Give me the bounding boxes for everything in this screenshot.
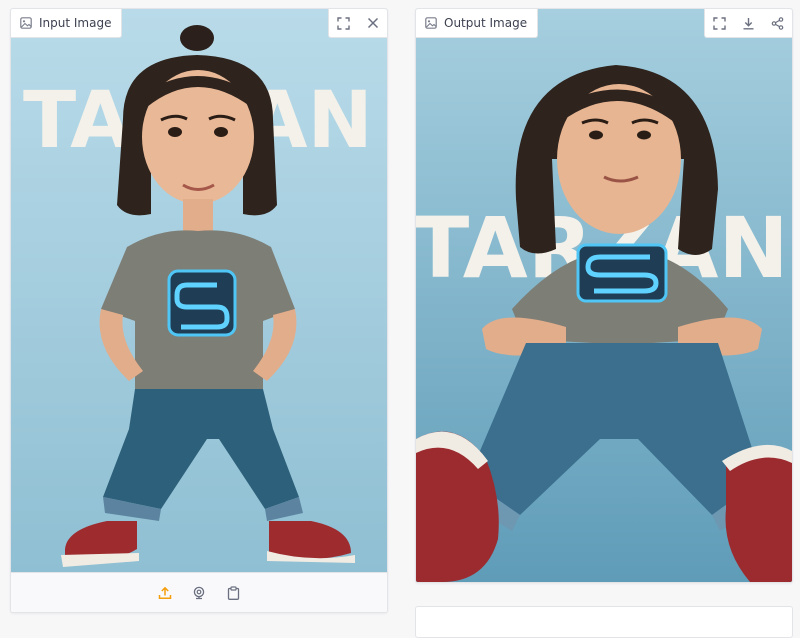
input-image[interactable]: TARZAN: [11, 9, 387, 572]
fullscreen-icon: [337, 16, 350, 30]
input-image-label: Input Image: [11, 9, 123, 38]
share-icon: [771, 16, 784, 30]
download-icon: [743, 17, 754, 29]
fullscreen-button[interactable]: [329, 9, 358, 37]
upload-icon: [158, 586, 172, 600]
fullscreen-button[interactable]: [705, 9, 734, 37]
clipboard-icon: [227, 586, 239, 600]
webcam-icon: [193, 586, 205, 600]
paste-clipboard-button[interactable]: [222, 582, 244, 604]
output-image-actions: [704, 9, 792, 38]
share-button[interactable]: [763, 9, 792, 37]
input-image-panel: TARZAN: [10, 8, 388, 613]
input-image-illustration: TARZAN: [11, 9, 387, 572]
image-icon: [425, 17, 437, 29]
image-icon: [20, 17, 32, 29]
download-button[interactable]: [734, 9, 763, 37]
webcam-button[interactable]: [188, 582, 210, 604]
input-source-toolbar: [11, 572, 387, 612]
fullscreen-icon: [713, 16, 726, 30]
output-image[interactable]: TARZAN: [416, 9, 792, 582]
input-image-label-text: Input Image: [39, 16, 112, 30]
output-image-panel: TARZAN: [415, 8, 793, 583]
close-icon: [367, 17, 378, 29]
output-image-label: Output Image: [416, 9, 539, 38]
output-image-illustration: TARZAN: [416, 9, 792, 582]
close-button[interactable]: [358, 9, 387, 37]
next-panel-edge: [415, 606, 793, 638]
output-image-label-text: Output Image: [444, 16, 528, 30]
input-image-actions: [328, 9, 387, 38]
upload-button[interactable]: [154, 582, 176, 604]
